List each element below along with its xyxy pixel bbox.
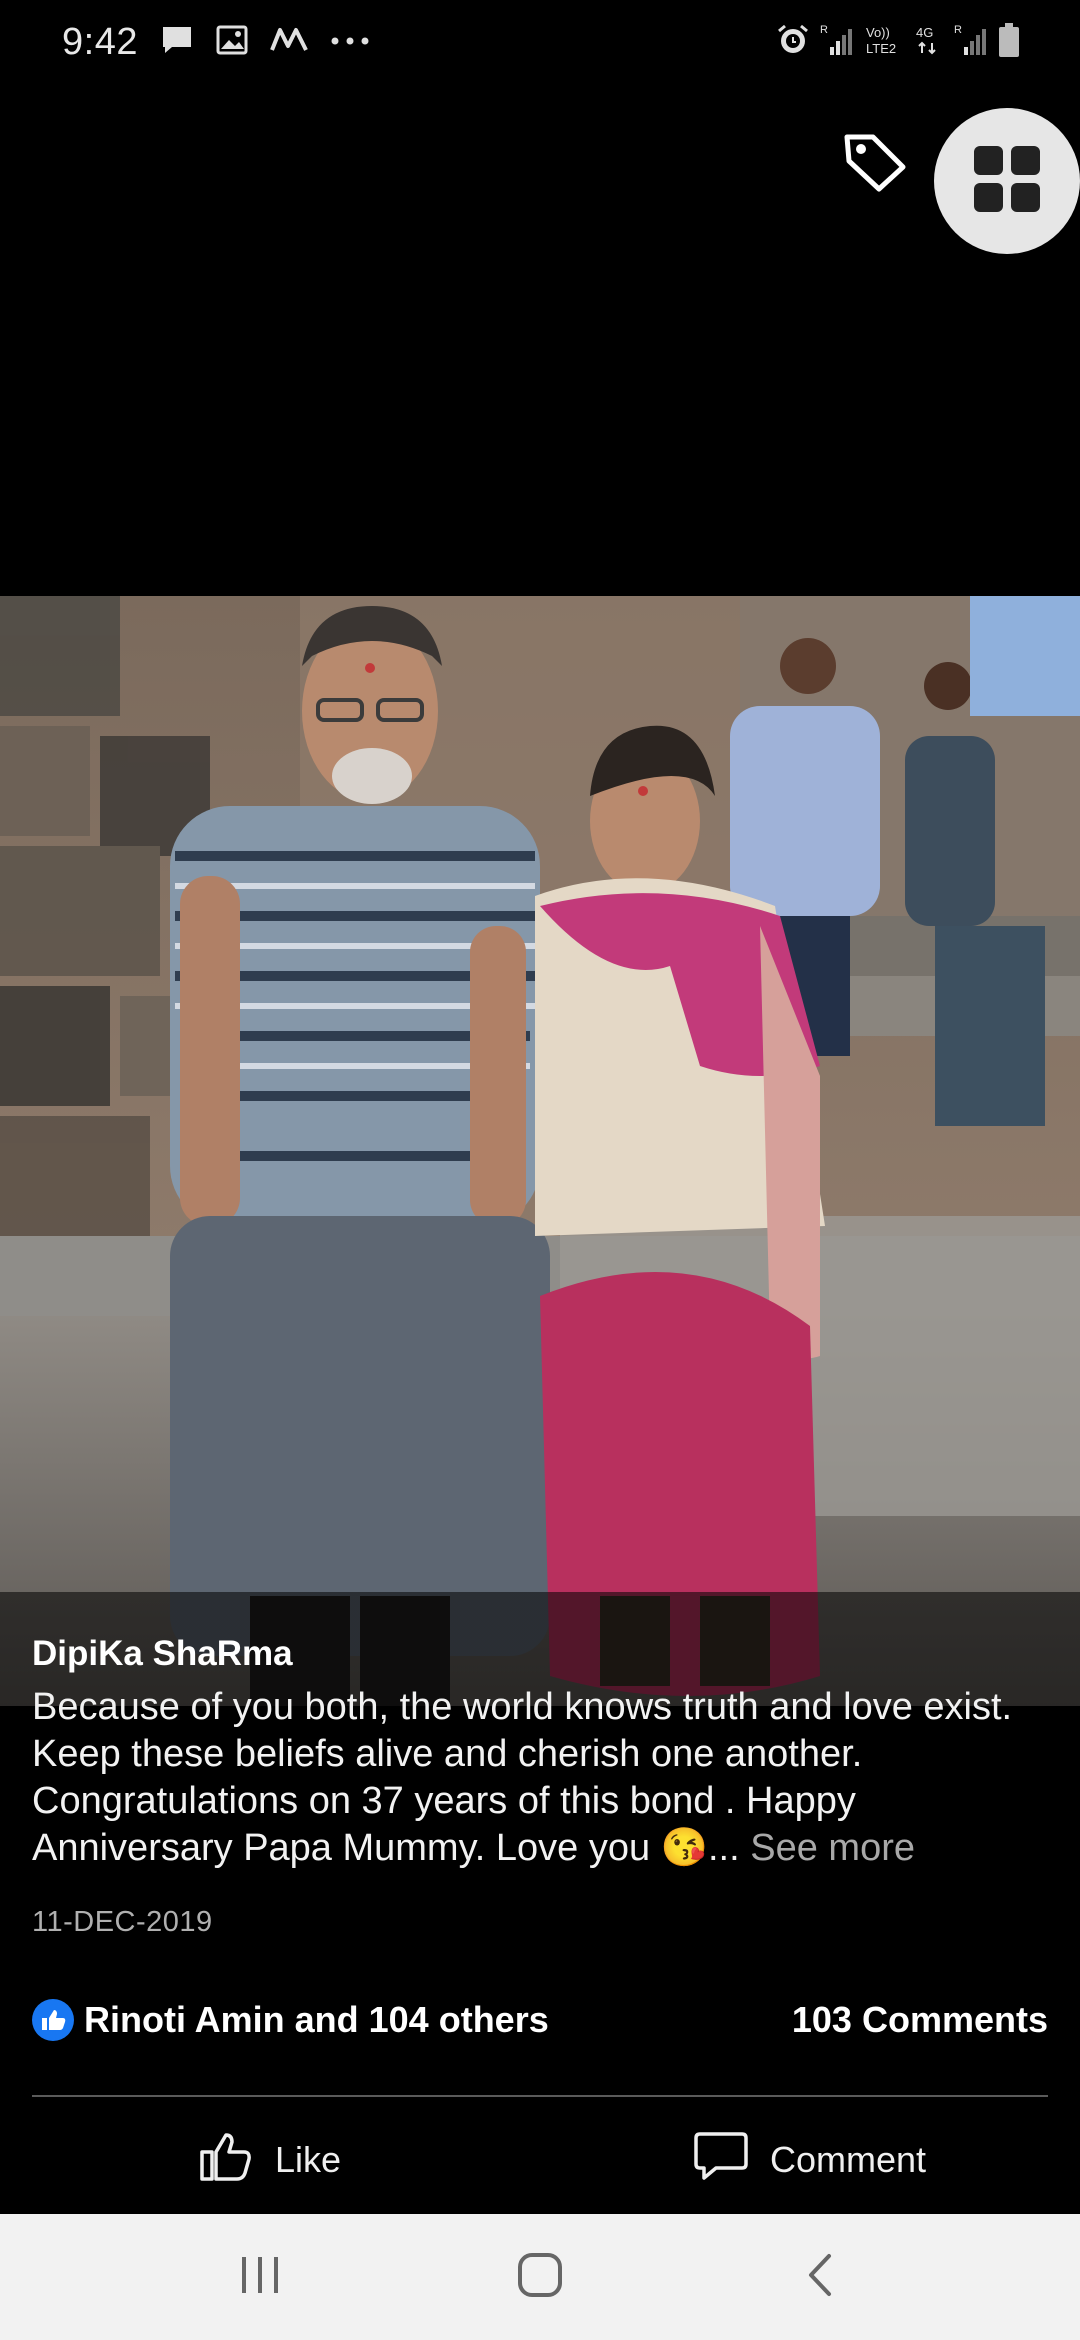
myntra-icon (270, 26, 308, 59)
alarm-icon (776, 23, 810, 62)
status-left: 9:42 (62, 21, 370, 64)
comments-count[interactable]: 103 Comments (792, 1999, 1048, 2041)
see-more-link[interactable]: See more (750, 1827, 915, 1869)
post-photo[interactable] (0, 596, 1080, 1706)
like-reaction-icon (32, 1999, 74, 2041)
grid-icon (972, 144, 1042, 219)
action-bar: Like Comment (0, 2110, 1080, 2210)
post-caption: DipiKa ShaRma Because of you both, the w… (0, 1592, 1080, 1872)
status-bar: 9:42 R Vo)) LTE2 4G R (0, 0, 1080, 84)
system-nav-bar (0, 2214, 1080, 2340)
reactors-text: Rinoti Amin and 104 others (84, 1999, 549, 2040)
comment-icon (694, 2130, 748, 2191)
comment-label: Comment (769, 2139, 927, 2180)
kiss-emoji: 😘 (660, 1827, 708, 1869)
grid-button[interactable] (934, 108, 1080, 254)
signal-icon-2: R (954, 23, 988, 62)
like-label: Like (274, 2139, 342, 2180)
home-button[interactable] (490, 2227, 590, 2327)
recent-apps-icon (238, 2255, 282, 2300)
signal-icon: R (820, 23, 854, 62)
back-button[interactable] (770, 2227, 870, 2327)
reactions-row: Rinoti Amin and 104 others 103 Comments (32, 1995, 1048, 2045)
reactors-summary[interactable]: Rinoti Amin and 104 others (32, 1999, 549, 2041)
svg-text:R: R (820, 24, 828, 36)
ellipsis: ... (708, 1827, 740, 1869)
comment-button[interactable]: Comment (540, 2110, 1080, 2210)
message-icon (160, 24, 194, 61)
status-right: R Vo)) LTE2 4G R (776, 22, 1020, 63)
battery-icon (998, 22, 1020, 63)
4g-icon: 4G (914, 23, 944, 62)
home-icon (517, 2252, 563, 2303)
tag-icon (841, 129, 909, 198)
svg-text:Vo)): Vo)) (866, 25, 890, 40)
gallery-icon (216, 25, 248, 60)
svg-text:LTE2: LTE2 (866, 41, 896, 56)
post-text[interactable]: Because of you both, the world knows tru… (32, 1684, 1048, 1872)
post-date: 11-DEC-2019 (32, 1906, 213, 1938)
more-icon (330, 33, 370, 51)
recent-apps-button[interactable] (210, 2227, 310, 2327)
post-author[interactable]: DipiKa ShaRma (32, 1592, 1048, 1676)
divider (32, 2095, 1048, 2097)
volte-icon: Vo)) LTE2 (864, 23, 904, 62)
back-icon (805, 2252, 835, 2303)
top-actions (820, 108, 1080, 258)
svg-text:R: R (954, 24, 962, 36)
tag-button[interactable] (820, 108, 930, 218)
status-time: 9:42 (62, 20, 138, 63)
like-button[interactable]: Like (0, 2110, 540, 2210)
thumbs-up-icon (199, 2130, 253, 2191)
network-label: 4G (916, 25, 933, 40)
